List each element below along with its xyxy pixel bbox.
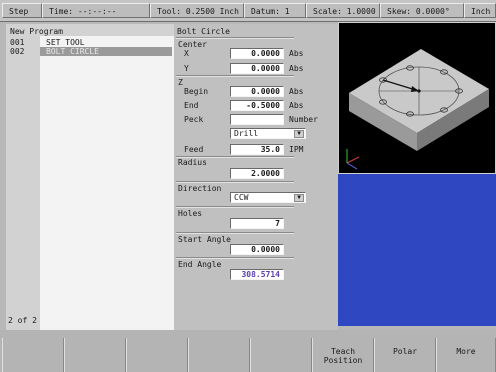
operation-select[interactable]: Drill ▼ [230, 128, 306, 139]
status-bar: Step Time: --:--:-- Tool: 0.2500 Inch Da… [0, 0, 496, 22]
divider [176, 181, 294, 183]
softkey-3[interactable] [126, 338, 188, 372]
skew-label: Skew: [387, 7, 412, 16]
begin-field[interactable]: 0.0000 [230, 86, 284, 97]
y-field[interactable]: 0.0000 [230, 63, 284, 74]
x-mode[interactable]: Abs [289, 49, 303, 58]
list-item-selected[interactable]: 002 BOLT CIRCLE [6, 47, 174, 56]
time-label: Time: [49, 7, 74, 16]
list-item-number: 001 [10, 38, 25, 47]
list-item-name: SET TOOL [46, 38, 85, 47]
center-point [417, 89, 421, 93]
x-label: X [184, 49, 189, 58]
teach-position-button[interactable]: Teach Position [312, 338, 374, 372]
step-indicator: Step [2, 3, 42, 18]
program-panel: New Program 001 SET TOOL 002 BOLT CIRCLE [6, 24, 174, 330]
tool-label: Tool: [157, 7, 182, 16]
divider [176, 75, 294, 77]
unit-indicator: Inch [464, 3, 496, 18]
scale-indicator: Scale: 1.0000 [306, 3, 380, 18]
program-list[interactable] [40, 36, 174, 330]
chevron-down-icon[interactable]: ▼ [294, 130, 304, 138]
time-value: --:--:-- [77, 7, 117, 16]
datum-value: 1 [284, 7, 290, 16]
feed-label: Feed [184, 145, 204, 154]
form-title: Bolt Circle [177, 27, 230, 36]
softkey-5[interactable] [250, 338, 312, 372]
radius-label: Radius [178, 158, 207, 167]
list-item[interactable]: 001 SET TOOL [6, 38, 174, 47]
softkey-bar: Teach Position Polar More [0, 330, 496, 372]
tool-indicator: Tool: 0.2500 Inch [150, 3, 244, 18]
end-field[interactable]: -0.5000 [230, 100, 284, 111]
tool-value: 0.2500 [185, 7, 215, 16]
divider [176, 232, 294, 234]
scale-label: Scale: [313, 7, 342, 16]
y-label: Y [184, 64, 189, 73]
softkey-1[interactable] [2, 338, 64, 372]
part-model [346, 49, 489, 170]
list-item-name: BOLT CIRCLE [40, 47, 172, 56]
end-label: End [184, 101, 199, 110]
start-angle-field[interactable]: 0.0000 [230, 244, 284, 255]
graphics-area[interactable] [338, 174, 496, 326]
z-label: Z [178, 78, 183, 87]
x-field[interactable]: 0.0000 [230, 48, 284, 59]
part-preview[interactable] [338, 22, 496, 174]
scale-value: 1.0000 [346, 7, 376, 16]
peck-mode[interactable]: Number [289, 115, 318, 124]
begin-label: Begin [184, 87, 209, 96]
more-button[interactable]: More [436, 338, 496, 372]
center-label: Center [178, 40, 207, 49]
feed-field[interactable]: 35.0 [230, 144, 284, 155]
operation-value: Drill [234, 129, 259, 138]
step-label: Step [9, 7, 29, 16]
end-mode[interactable]: Abs [289, 101, 303, 110]
softkey-4[interactable] [188, 338, 250, 372]
skew-indicator: Skew: 0.0000° [380, 3, 464, 18]
bolt-circle-form: Bolt Circle Center X 0.0000 Abs Y 0.0000… [174, 24, 338, 330]
end-angle-field[interactable]: 308.5714 [230, 269, 284, 280]
direction-label: Direction [178, 184, 222, 193]
axis-triad-icon [346, 149, 360, 170]
direction-select[interactable]: CCW ▼ [230, 192, 306, 203]
time-indicator: Time: --:--:-- [42, 3, 150, 18]
start-angle-label: Start Angle [178, 235, 231, 244]
end-angle-label: End Angle [178, 260, 222, 269]
datum-indicator: Datum: 1 [244, 3, 306, 18]
divider [176, 206, 294, 208]
peck-field[interactable] [230, 114, 284, 125]
page-count: 2 of 2 [8, 316, 37, 325]
holes-label: Holes [178, 209, 203, 218]
chevron-down-icon[interactable]: ▼ [294, 194, 304, 202]
feed-unit: IPM [289, 145, 304, 154]
divider [176, 257, 294, 259]
begin-mode[interactable]: Abs [289, 87, 303, 96]
polar-button[interactable]: Polar [374, 338, 436, 372]
softkey-2[interactable] [64, 338, 126, 372]
peck-label: Peck [184, 115, 204, 124]
tool-unit: Inch [219, 7, 239, 16]
y-mode[interactable]: Abs [289, 64, 303, 73]
divider [176, 37, 294, 39]
program-title: New Program [10, 27, 63, 36]
skew-value: 0.0000° [415, 7, 450, 16]
datum-label: Datum: [251, 7, 280, 16]
unit-label: Inch [471, 7, 491, 16]
holes-field[interactable]: 7 [230, 218, 284, 229]
radius-field[interactable]: 2.0000 [230, 168, 284, 179]
list-item-number: 002 [10, 47, 25, 56]
direction-value: CCW [234, 193, 249, 202]
